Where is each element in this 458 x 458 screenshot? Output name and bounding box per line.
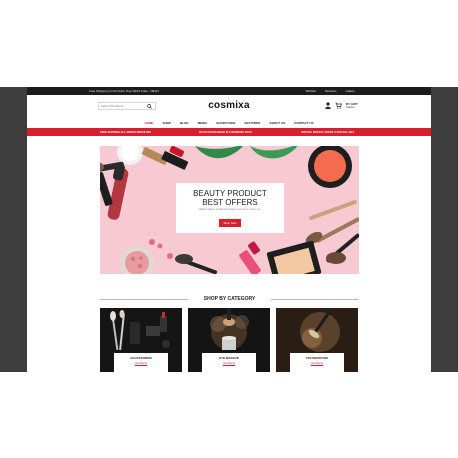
- nav-item-features[interactable]: FEATURES: [244, 121, 260, 128]
- wishlist-link[interactable]: Wishlist: [306, 89, 316, 93]
- gallery-link[interactable]: Gallery: [345, 89, 355, 93]
- site-logo[interactable]: cosmixa: [27, 100, 431, 111]
- top-links: Wishlist Services Gallery: [306, 89, 355, 93]
- nav-item-about-us[interactable]: ABOUT US: [269, 121, 285, 128]
- category-title: SHOP BY CATEGORY: [203, 296, 256, 302]
- promo-free-shipping: FREE SHIPPING ALL ORDER ABOVE $99: [100, 130, 151, 134]
- category-card-accessories[interactable]: ACCESSORIES View More: [100, 308, 182, 372]
- nav-item-contact-us[interactable]: CONTACT US: [294, 121, 313, 128]
- category-name: ACCESSORIES: [130, 356, 152, 360]
- category-label: EYE MAKEUP View More: [202, 353, 256, 372]
- user-icon[interactable]: [325, 102, 331, 109]
- category-label: FOUNDATIONS View More: [290, 353, 344, 372]
- nav-item-home[interactable]: HOME: [144, 121, 153, 128]
- category-label: ACCESSORIES View More: [114, 353, 168, 372]
- category-cards: ACCESSORIES View More EYE MAKEUP View Mo…: [100, 308, 359, 372]
- view-more-link[interactable]: View More: [290, 362, 344, 365]
- hero-title-line1: BEAUTY PRODUCT: [193, 189, 267, 198]
- view-more-link[interactable]: View More: [202, 362, 256, 365]
- cart-count: 0 items: [346, 105, 355, 109]
- category-name: FOUNDATIONS: [306, 356, 328, 360]
- category-card-eye-makeup[interactable]: EYE MAKEUP View More: [188, 308, 270, 372]
- hero-banner[interactable]: BEAUTY PRODUCT BEST OFFERS Nullam alique…: [100, 146, 359, 274]
- header: cosmixa MY CART 0 items: [27, 95, 431, 121]
- category-heading: SHOP BY CATEGORY: [100, 296, 359, 302]
- hero-title: BEAUTY PRODUCT BEST OFFERS: [176, 189, 284, 207]
- cart-icon[interactable]: [335, 102, 342, 109]
- nav-item-media[interactable]: MEDIA: [198, 121, 208, 128]
- nav-item-shortcode[interactable]: SHORTCODE: [216, 121, 235, 128]
- header-icons: MY CART 0 items: [325, 102, 358, 109]
- website: Free Shipping On All Order Over $100 Cod…: [27, 87, 431, 372]
- category-name: EYE MAKEUP: [219, 356, 239, 360]
- services-link[interactable]: Services: [325, 89, 337, 93]
- hero-title-line2: BEST OFFERS: [202, 198, 258, 207]
- top-bar: Free Shipping On All Order Over $100 Cod…: [27, 87, 431, 95]
- hero-offer-box: BEAUTY PRODUCT BEST OFFERS Nullam alique…: [176, 183, 284, 233]
- nav-item-blog[interactable]: BLOG: [180, 121, 189, 128]
- shipping-notice: Free Shipping On All Order Over $100 Cod…: [89, 89, 160, 93]
- promo-weekly-offer: SPECIAL WEEKLY OFFER & SPECIAL GIFT: [301, 130, 355, 134]
- promo-bar: FREE SHIPPING ALL ORDER ABOVE $99 30 DAY…: [27, 128, 431, 136]
- nav-item-shop[interactable]: SHOP: [162, 121, 171, 128]
- promo-exchange: 30 DAYS EXCHANGE IN 6 WORKING DAYS: [199, 130, 252, 134]
- category-card-foundations[interactable]: FOUNDATIONS View More: [276, 308, 358, 372]
- view-more-link[interactable]: View More: [114, 362, 168, 365]
- hero-subtitle: Nullam aliquet vestibulum augue non vari…: [198, 208, 262, 211]
- shop-now-button[interactable]: Shop Now: [218, 219, 242, 227]
- cart-summary[interactable]: MY CART 0 items: [346, 103, 358, 109]
- main-nav: HOME SHOP BLOG MEDIA SHORTCODE FEATURES …: [27, 121, 431, 128]
